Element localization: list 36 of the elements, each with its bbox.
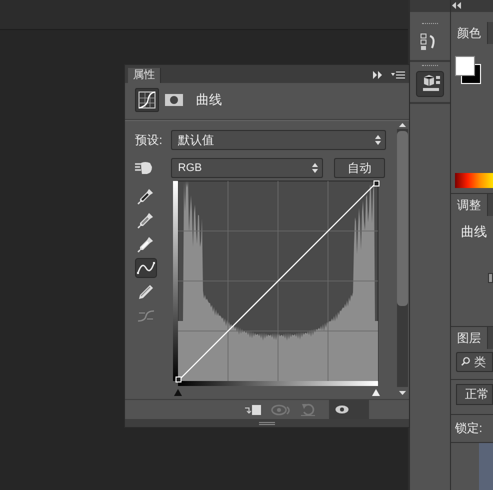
scroll-down-icon[interactable] (398, 391, 406, 395)
layers-tab[interactable]: 图层 (451, 326, 488, 349)
panel-title: 曲线 (196, 91, 222, 110)
expand-icon[interactable] (373, 71, 383, 79)
updown-icon (312, 163, 318, 173)
hand-icon[interactable] (135, 161, 153, 175)
curves-mode-icon[interactable] (135, 88, 159, 112)
visibility-button[interactable] (329, 400, 369, 419)
preset-dropdown[interactable]: 默认值 (171, 130, 386, 150)
adjustments-tab[interactable]: 调整 (451, 194, 488, 216)
properties-tab[interactable]: 属性 (128, 68, 161, 83)
curve-point-icon[interactable] (135, 258, 157, 278)
resize-grip[interactable] (259, 422, 275, 424)
layer-thumbnail[interactable] (479, 442, 493, 490)
collapse-icon[interactable] (451, 2, 461, 10)
search-icon (461, 357, 470, 366)
lock-label: 锁定: (454, 420, 484, 437)
preset-label: 预设: (135, 132, 164, 149)
layer-filter-field[interactable]: 类 (456, 352, 493, 372)
color-swatch-drawing[interactable] (455, 56, 482, 85)
auto-button[interactable]: 自动 (334, 158, 385, 178)
adjustment-item[interactable]: 曲线 (451, 216, 493, 242)
channel-dropdown[interactable]: RGB (171, 158, 323, 178)
scrollbar-thumb[interactable] (396, 131, 408, 306)
scroll-up-icon[interactable] (398, 123, 406, 127)
clip-to-layer-icon[interactable] (245, 404, 261, 416)
grid-icon[interactable] (488, 273, 493, 284)
highlight-input-slider[interactable] (372, 389, 380, 396)
menu-icon[interactable] (391, 71, 405, 79)
eye-icon (335, 405, 349, 414)
blend-mode-dropdown[interactable]: 正常 (456, 384, 493, 405)
color-tab[interactable]: 颜色 (451, 22, 488, 44)
color-spectrum[interactable] (455, 172, 493, 188)
updown-icon (375, 135, 381, 145)
shadow-input-slider[interactable] (174, 389, 182, 396)
cube-icon[interactable] (416, 71, 444, 97)
